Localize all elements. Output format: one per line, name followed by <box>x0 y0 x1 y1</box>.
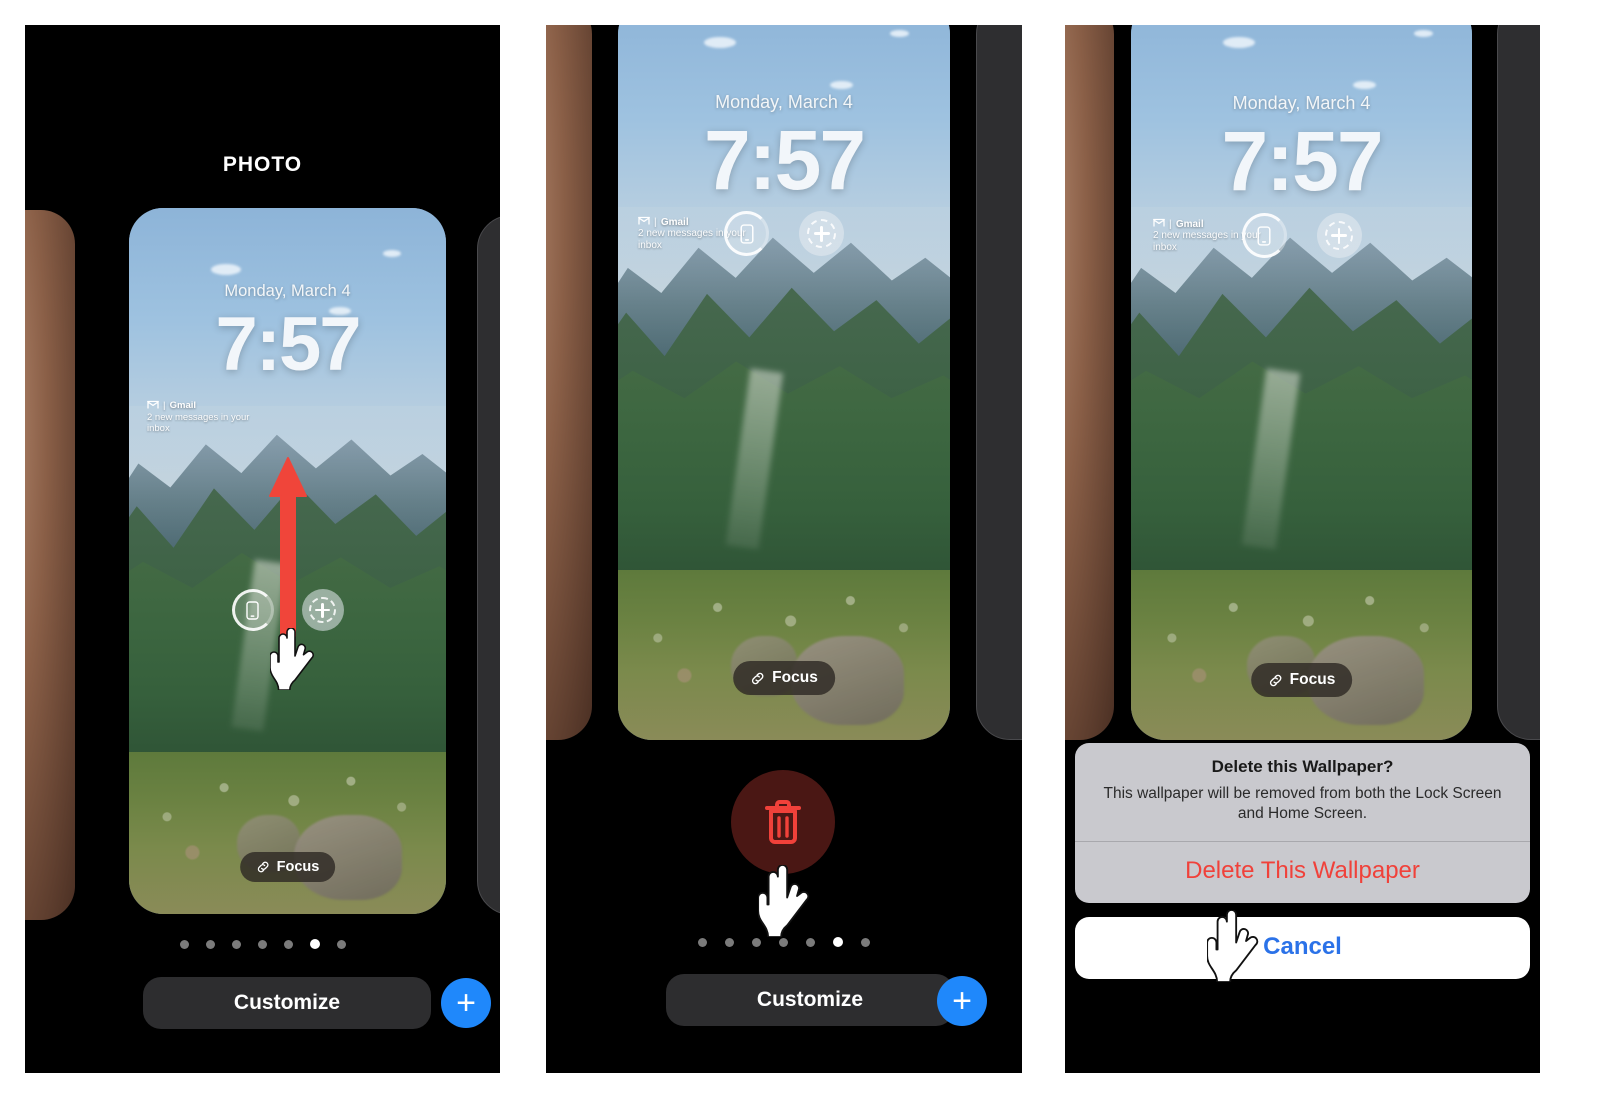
alert-header: Delete this Wallpaper? This wallpaper wi… <box>1075 743 1530 841</box>
wallpaper-preview-card[interactable]: Monday, March 4 7:57 | Gmail 2 new messa… <box>618 25 950 740</box>
focus-pill-label: Focus <box>1289 671 1336 688</box>
gmail-icon <box>147 400 159 412</box>
link-icon <box>1269 674 1281 686</box>
swipe-up-arrow-icon <box>267 456 309 641</box>
lock-screen-overlay: Monday, March 4 7:57 | Gmail 2 new messa… <box>618 25 950 740</box>
panel-wallpaper-delete-trash: Monday, March 4 7:57 | Gmail 2 new messa… <box>546 25 1022 1073</box>
page-dots[interactable] <box>25 939 500 949</box>
page-dot[interactable] <box>179 939 189 949</box>
page-dot[interactable] <box>231 939 241 949</box>
delete-wallpaper-alert: Delete this Wallpaper? This wallpaper wi… <box>1075 743 1530 979</box>
delete-this-wallpaper-button[interactable]: Delete This Wallpaper <box>1075 842 1530 903</box>
link-icon <box>257 861 268 873</box>
customize-button-label: Customize <box>756 988 864 1011</box>
alert-title: Delete this Wallpaper? <box>1211 757 1394 776</box>
focus-pill-label: Focus <box>276 859 320 875</box>
wallpaper-preview-card[interactable]: Monday, March 4 7:57 | Gmail 2 new messa… <box>129 208 446 914</box>
lock-time: 7:57 <box>703 113 866 207</box>
page-dot[interactable] <box>283 939 293 949</box>
neighbor-wallpaper-placeholder-right[interactable] <box>477 215 500 915</box>
panel-photo-picker-swipe-up: PHOTO Monday, March 4 7:57 | Gmail 2 new… <box>25 25 500 1073</box>
gmail-widget-app-name: Gmail <box>169 400 197 412</box>
gmail-widget-body: 2 new messages in your inbox <box>147 411 250 435</box>
page-dot[interactable] <box>861 937 870 947</box>
cancel-button[interactable]: Cancel <box>1075 916 1530 979</box>
alert-message: This wallpaper will be removed from both… <box>1103 785 1502 823</box>
lock-date: Monday, March 4 <box>224 282 351 300</box>
customize-button[interactable]: Customize <box>143 977 431 1029</box>
alert-box: Delete this Wallpaper? This wallpaper wi… <box>1075 743 1530 903</box>
wallpaper-preview-card[interactable]: Monday, March 4 7:57 | Gmail 2 new messa… <box>1131 25 1472 740</box>
add-control-button[interactable] <box>799 211 844 256</box>
panel-wallpaper-delete-confirm: Monday, March 4 7:57 | Gmail 2 new messa… <box>1065 25 1540 1073</box>
lock-date: Monday, March 4 <box>1232 93 1371 113</box>
page-dot[interactable] <box>752 937 761 947</box>
page-dots[interactable] <box>546 937 1022 947</box>
page-dot[interactable] <box>698 937 707 947</box>
cancel-button-label: Cancel <box>1263 932 1342 960</box>
add-wallpaper-button[interactable]: + <box>441 978 491 1028</box>
page-dot[interactable] <box>257 939 267 949</box>
lock-time: 7:57 <box>1221 114 1383 208</box>
delete-wallpaper-button[interactable] <box>731 770 835 874</box>
page-dot[interactable] <box>205 939 215 949</box>
focus-pill[interactable]: Focus <box>1250 663 1353 697</box>
focus-pill-label: Focus <box>772 669 818 686</box>
flashlight-control-button[interactable] <box>1241 213 1287 258</box>
lock-time: 7:57 <box>215 302 361 387</box>
gmail-widget[interactable]: | Gmail 2 new messages in your inbox <box>147 400 267 435</box>
page-dot-active[interactable] <box>833 937 843 947</box>
neighbor-wallpaper-placeholder-right[interactable] <box>1497 25 1540 740</box>
hand-pointer-cursor <box>269 627 318 691</box>
flashlight-control-button[interactable] <box>724 211 769 256</box>
add-control-button[interactable] <box>1316 213 1362 258</box>
hand-pointer-cursor <box>1206 909 1263 983</box>
three-panel-tutorial-board: PHOTO Monday, March 4 7:57 | Gmail 2 new… <box>0 0 1600 1098</box>
neighbor-wallpaper-preview-left[interactable] <box>546 25 592 740</box>
phone-icon <box>739 223 754 244</box>
page-dot[interactable] <box>336 939 346 949</box>
lock-screen-overlay: Monday, March 4 7:57 | Gmail 2 new messa… <box>1131 25 1472 740</box>
delete-this-wallpaper-label: Delete This Wallpaper <box>1185 856 1420 884</box>
page-dot-active[interactable] <box>309 939 320 949</box>
trash-icon <box>765 800 801 844</box>
page-dot[interactable] <box>779 937 788 947</box>
widget-separator: | <box>163 400 166 412</box>
lock-date: Monday, March 4 <box>715 92 853 112</box>
page-dot[interactable] <box>725 937 734 947</box>
add-wallpaper-button[interactable]: + <box>937 976 987 1026</box>
neighbor-wallpaper-preview-left[interactable] <box>1065 25 1114 740</box>
page-title: PHOTO <box>222 153 303 176</box>
focus-pill[interactable]: Focus <box>239 852 336 882</box>
phone-icon <box>1257 225 1271 246</box>
neighbor-wallpaper-placeholder-right[interactable] <box>976 25 1022 740</box>
customize-button[interactable]: Customize <box>666 974 954 1026</box>
focus-pill[interactable]: Focus <box>733 661 835 695</box>
neighbor-wallpaper-preview-left[interactable] <box>25 210 75 920</box>
customize-button-label: Customize <box>233 991 341 1014</box>
link-icon <box>751 672 764 684</box>
hand-pointer-cursor <box>757 864 814 938</box>
page-dot[interactable] <box>806 937 815 947</box>
phone-icon <box>246 600 259 620</box>
